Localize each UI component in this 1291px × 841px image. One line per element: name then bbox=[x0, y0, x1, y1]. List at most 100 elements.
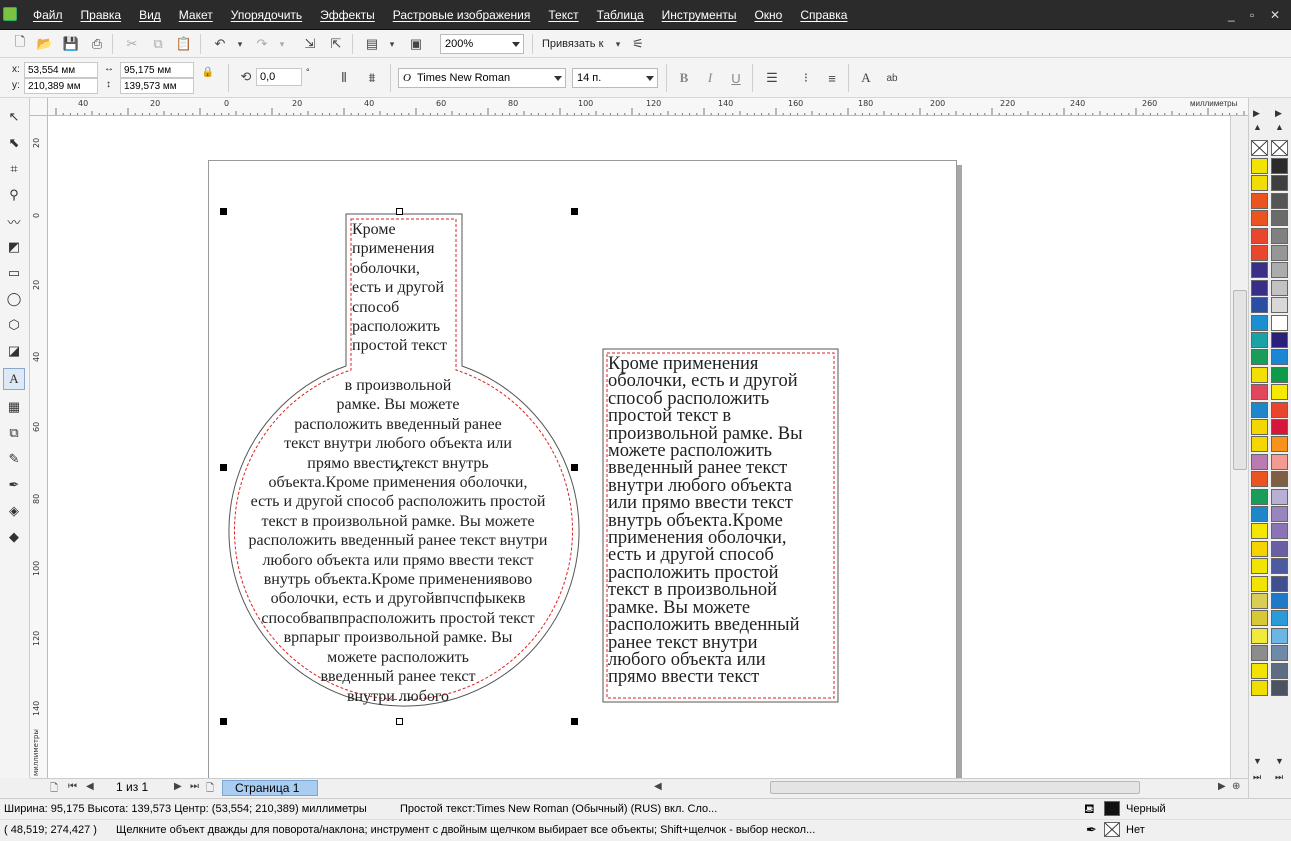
italic-icon[interactable]: I bbox=[700, 68, 720, 88]
color-swatch[interactable] bbox=[1271, 558, 1288, 575]
minimize-button[interactable]: _ bbox=[1228, 8, 1235, 22]
color-swatch[interactable] bbox=[1251, 262, 1268, 279]
palette-end-icon[interactable]: ⏭ bbox=[1275, 772, 1283, 783]
color-swatch[interactable] bbox=[1271, 262, 1288, 279]
color-swatch[interactable] bbox=[1271, 575, 1288, 592]
text-properties-icon[interactable]: A bbox=[856, 68, 876, 88]
selection-handle[interactable] bbox=[396, 718, 403, 725]
no-color-swatch[interactable] bbox=[1271, 140, 1288, 156]
first-page-icon[interactable]: ⏮ bbox=[68, 781, 77, 792]
open-folder-icon[interactable]: 📂 bbox=[35, 34, 55, 54]
color-swatch[interactable] bbox=[1251, 419, 1268, 435]
no-color-swatch[interactable] bbox=[1251, 140, 1268, 156]
color-swatch[interactable] bbox=[1271, 175, 1288, 192]
color-swatch[interactable] bbox=[1251, 523, 1268, 540]
color-swatch[interactable] bbox=[1251, 192, 1268, 209]
menu-help[interactable]: Справка bbox=[791, 8, 856, 22]
mirror-vertical-icon[interactable]: ⩩ bbox=[362, 68, 382, 88]
flask-neck-text[interactable]: Кроме применения оболочки, есть и другой… bbox=[352, 220, 447, 356]
color-swatch[interactable] bbox=[1251, 610, 1268, 627]
rectangle-tool-icon[interactable]: ▭ bbox=[3, 262, 25, 284]
bold-icon[interactable]: B bbox=[674, 68, 694, 88]
palette-down-icon[interactable]: ▼ bbox=[1275, 756, 1284, 766]
eyedropper-tool-icon[interactable]: ✎ bbox=[3, 448, 25, 470]
text-align-icon[interactable]: ☰ bbox=[762, 68, 782, 88]
vertical-scrollbar[interactable] bbox=[1230, 116, 1248, 778]
color-swatch[interactable] bbox=[1271, 488, 1288, 505]
selection-handle[interactable] bbox=[571, 208, 578, 215]
color-swatch[interactable] bbox=[1251, 297, 1268, 314]
selection-handle[interactable] bbox=[396, 208, 403, 215]
color-swatch[interactable] bbox=[1271, 366, 1288, 383]
underline-icon[interactable]: U bbox=[726, 68, 746, 88]
cut-icon[interactable]: ✂ bbox=[122, 34, 142, 54]
selection-handle[interactable] bbox=[220, 718, 227, 725]
next-page-icon[interactable]: ▶ bbox=[174, 781, 182, 792]
color-swatch[interactable] bbox=[1271, 245, 1288, 261]
new-document-icon[interactable]: 🗋 bbox=[10, 34, 30, 54]
zoom-tool-icon[interactable]: ⚲ bbox=[3, 184, 25, 206]
color-swatch[interactable] bbox=[1271, 349, 1288, 366]
menu-edit[interactable]: Правка bbox=[72, 8, 131, 22]
undo-icon[interactable]: ↶ bbox=[210, 34, 230, 54]
close-button[interactable]: ✕ bbox=[1270, 8, 1280, 22]
font-family-combo[interactable]: O Times New Roman bbox=[398, 68, 566, 88]
color-swatch[interactable] bbox=[1251, 245, 1268, 261]
previous-page-icon[interactable]: ◀ bbox=[86, 781, 94, 792]
color-swatch[interactable] bbox=[1251, 366, 1268, 383]
x-position-field[interactable]: 53,554 мм bbox=[24, 62, 98, 78]
color-swatch[interactable] bbox=[1271, 436, 1288, 453]
restore-button[interactable]: ▫ bbox=[1250, 8, 1254, 22]
snap-dropdown-icon[interactable]: ▾ bbox=[608, 34, 628, 54]
outline-color-swatch[interactable] bbox=[1104, 822, 1120, 837]
scroll-left-icon[interactable]: ◀ bbox=[654, 781, 662, 792]
color-swatch[interactable] bbox=[1251, 558, 1268, 575]
color-swatch[interactable] bbox=[1251, 175, 1268, 192]
palette-up-icon[interactable]: ▲ bbox=[1275, 122, 1284, 132]
rect-frame-text[interactable]: Кроме применения оболочки, есть и другой… bbox=[608, 355, 834, 687]
color-swatch[interactable] bbox=[1251, 627, 1268, 644]
font-size-combo[interactable]: 14 п. bbox=[572, 68, 658, 88]
color-swatch[interactable] bbox=[1271, 384, 1288, 401]
mirror-horizontal-icon[interactable]: ⫴ bbox=[334, 68, 354, 88]
color-swatch[interactable] bbox=[1251, 506, 1268, 522]
color-swatch[interactable] bbox=[1271, 610, 1288, 627]
color-swatch[interactable] bbox=[1251, 662, 1268, 679]
fill-color-swatch[interactable] bbox=[1104, 801, 1120, 816]
menu-window[interactable]: Окно bbox=[745, 8, 791, 22]
horizontal-scroll-thumb[interactable] bbox=[770, 781, 1140, 794]
add-page-after-icon[interactable]: 🗋 bbox=[206, 781, 214, 798]
color-swatch[interactable] bbox=[1251, 436, 1268, 453]
polygon-tool-icon[interactable]: ⬡ bbox=[3, 314, 25, 336]
height-field[interactable]: 139,573 мм bbox=[120, 78, 194, 94]
color-swatch[interactable] bbox=[1271, 471, 1288, 488]
rotation-angle-field[interactable]: 0,0 bbox=[256, 68, 302, 86]
color-swatch[interactable] bbox=[1271, 627, 1288, 644]
options-icon[interactable]: ⚟ bbox=[628, 34, 648, 54]
color-swatch[interactable] bbox=[1251, 332, 1268, 348]
selection-handle[interactable] bbox=[220, 208, 227, 215]
color-swatch[interactable] bbox=[1271, 680, 1288, 696]
drawing-canvas[interactable]: Кроме применения оболочки, есть и другой… bbox=[48, 116, 1230, 778]
snap-to-label[interactable]: Привязать к bbox=[542, 38, 603, 50]
page-tab[interactable]: Страница 1 bbox=[222, 780, 318, 796]
edit-text-icon[interactable]: ab bbox=[882, 68, 902, 88]
vertical-ruler[interactable]: 20 0 20 40 60 80 100 120 140 миллиметры bbox=[30, 116, 48, 778]
color-swatch[interactable] bbox=[1271, 593, 1288, 609]
pick-tool-icon[interactable]: ↖ bbox=[3, 106, 25, 128]
ruler-origin[interactable] bbox=[30, 98, 48, 116]
export-icon[interactable]: ⇱ bbox=[326, 34, 346, 54]
palette-scroll-up-icon[interactable]: ▶ bbox=[1253, 108, 1260, 119]
app-icon[interactable] bbox=[3, 7, 17, 21]
color-swatch[interactable] bbox=[1271, 279, 1288, 296]
color-swatch[interactable] bbox=[1251, 279, 1268, 296]
interactive-fill-tool-icon[interactable]: ◆ bbox=[3, 526, 25, 548]
color-swatch[interactable] bbox=[1251, 314, 1268, 331]
color-swatch[interactable] bbox=[1251, 540, 1268, 557]
color-swatch[interactable] bbox=[1271, 662, 1288, 679]
flask-body-text[interactable]: в произвольной рамке. Вы можете располож… bbox=[218, 376, 578, 706]
print-icon[interactable]: ⎙ bbox=[87, 34, 107, 54]
color-swatch[interactable] bbox=[1271, 210, 1288, 227]
redo-icon[interactable]: ↷ bbox=[252, 34, 272, 54]
bullet-list-icon[interactable]: ⁝ bbox=[796, 68, 816, 88]
